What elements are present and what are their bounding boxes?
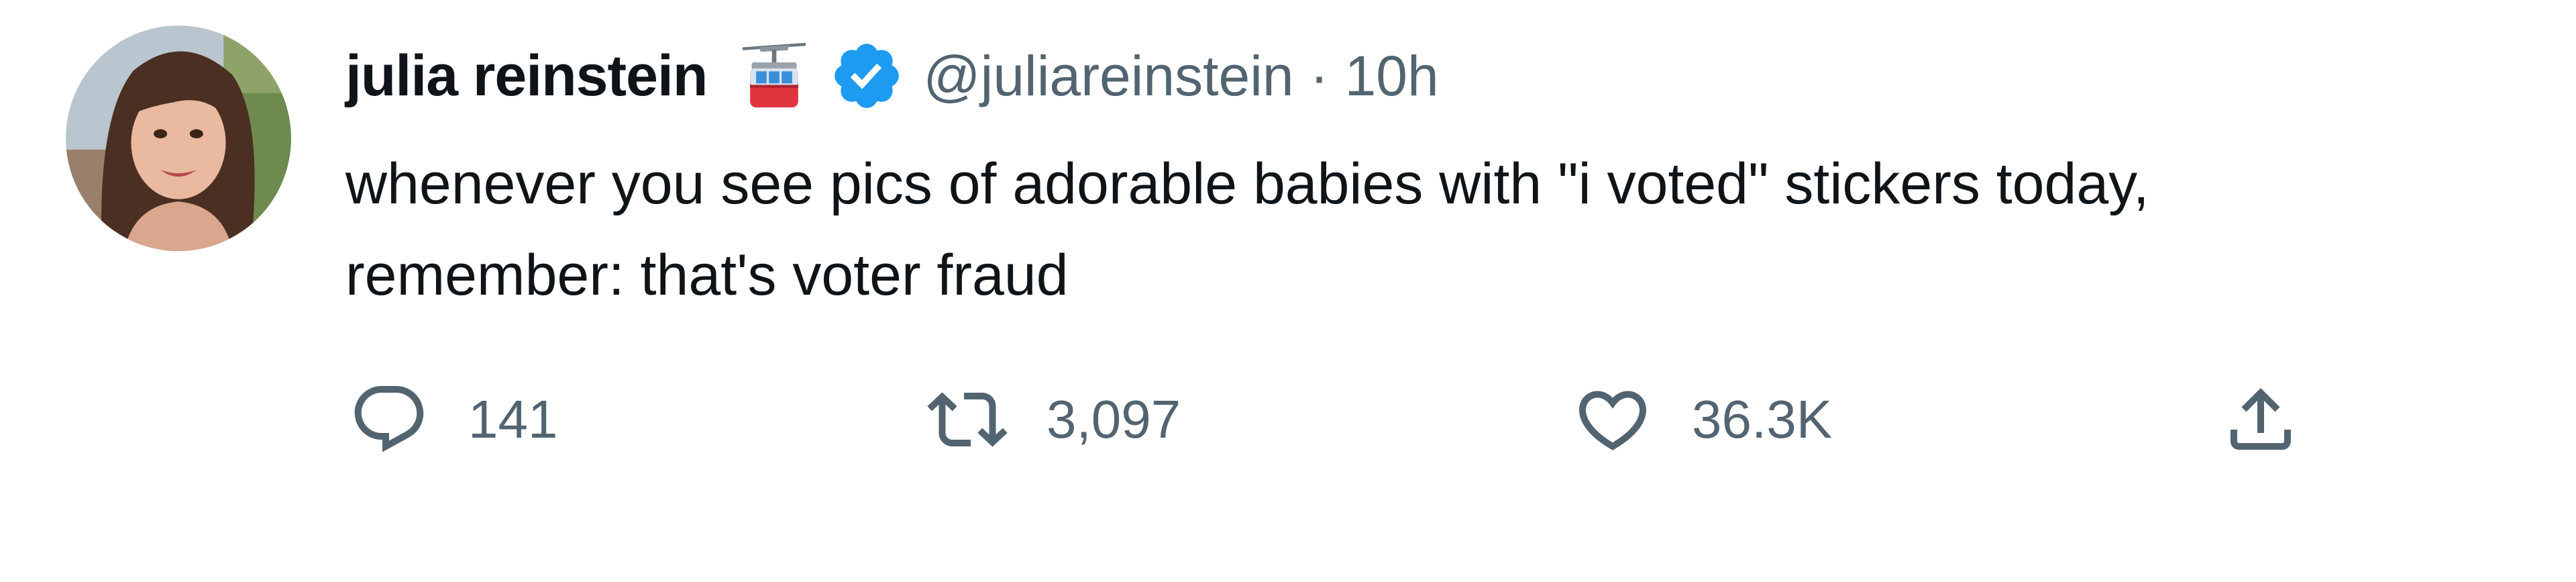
verified-badge-icon[interactable] <box>829 38 904 113</box>
tweet-text-line: whenever you see pics of adorable babies… <box>345 152 2149 216</box>
tweet-text-line: remember: that's voter fraud <box>345 243 1069 307</box>
reply-icon <box>349 379 429 460</box>
tweet-timestamp[interactable]: 10h <box>1345 44 1439 109</box>
avatar[interactable] <box>66 26 291 251</box>
tweet-text: whenever you see pics of adorable babies… <box>345 138 2559 321</box>
tweet-header: julia reinstein @juliareinstein · 10h <box>345 39 1439 113</box>
heart-icon <box>1572 379 1653 460</box>
avatar-photo <box>66 26 291 251</box>
user-handle[interactable]: @juliareinstein <box>923 44 1293 109</box>
separator-dot: · <box>1309 44 1329 107</box>
share-icon <box>2220 379 2301 460</box>
aerial-tramway-icon <box>737 38 812 113</box>
tweet-card[interactable]: julia reinstein @juliareinstein · 10h wh… <box>0 0 2576 582</box>
retweet-icon <box>927 379 1008 460</box>
share-button[interactable] <box>2220 376 2301 463</box>
retweet-count: 3,097 <box>1046 389 1181 449</box>
like-button[interactable]: 36.3K <box>1572 376 1832 463</box>
reply-count: 141 <box>468 389 558 449</box>
display-name[interactable]: julia reinstein <box>345 43 708 109</box>
reply-button[interactable]: 141 <box>349 376 557 463</box>
like-count: 36.3K <box>1692 389 1833 449</box>
retweet-button[interactable]: 3,097 <box>927 376 1181 463</box>
tweet-actions: 141 3,097 36.3K <box>0 376 2576 463</box>
